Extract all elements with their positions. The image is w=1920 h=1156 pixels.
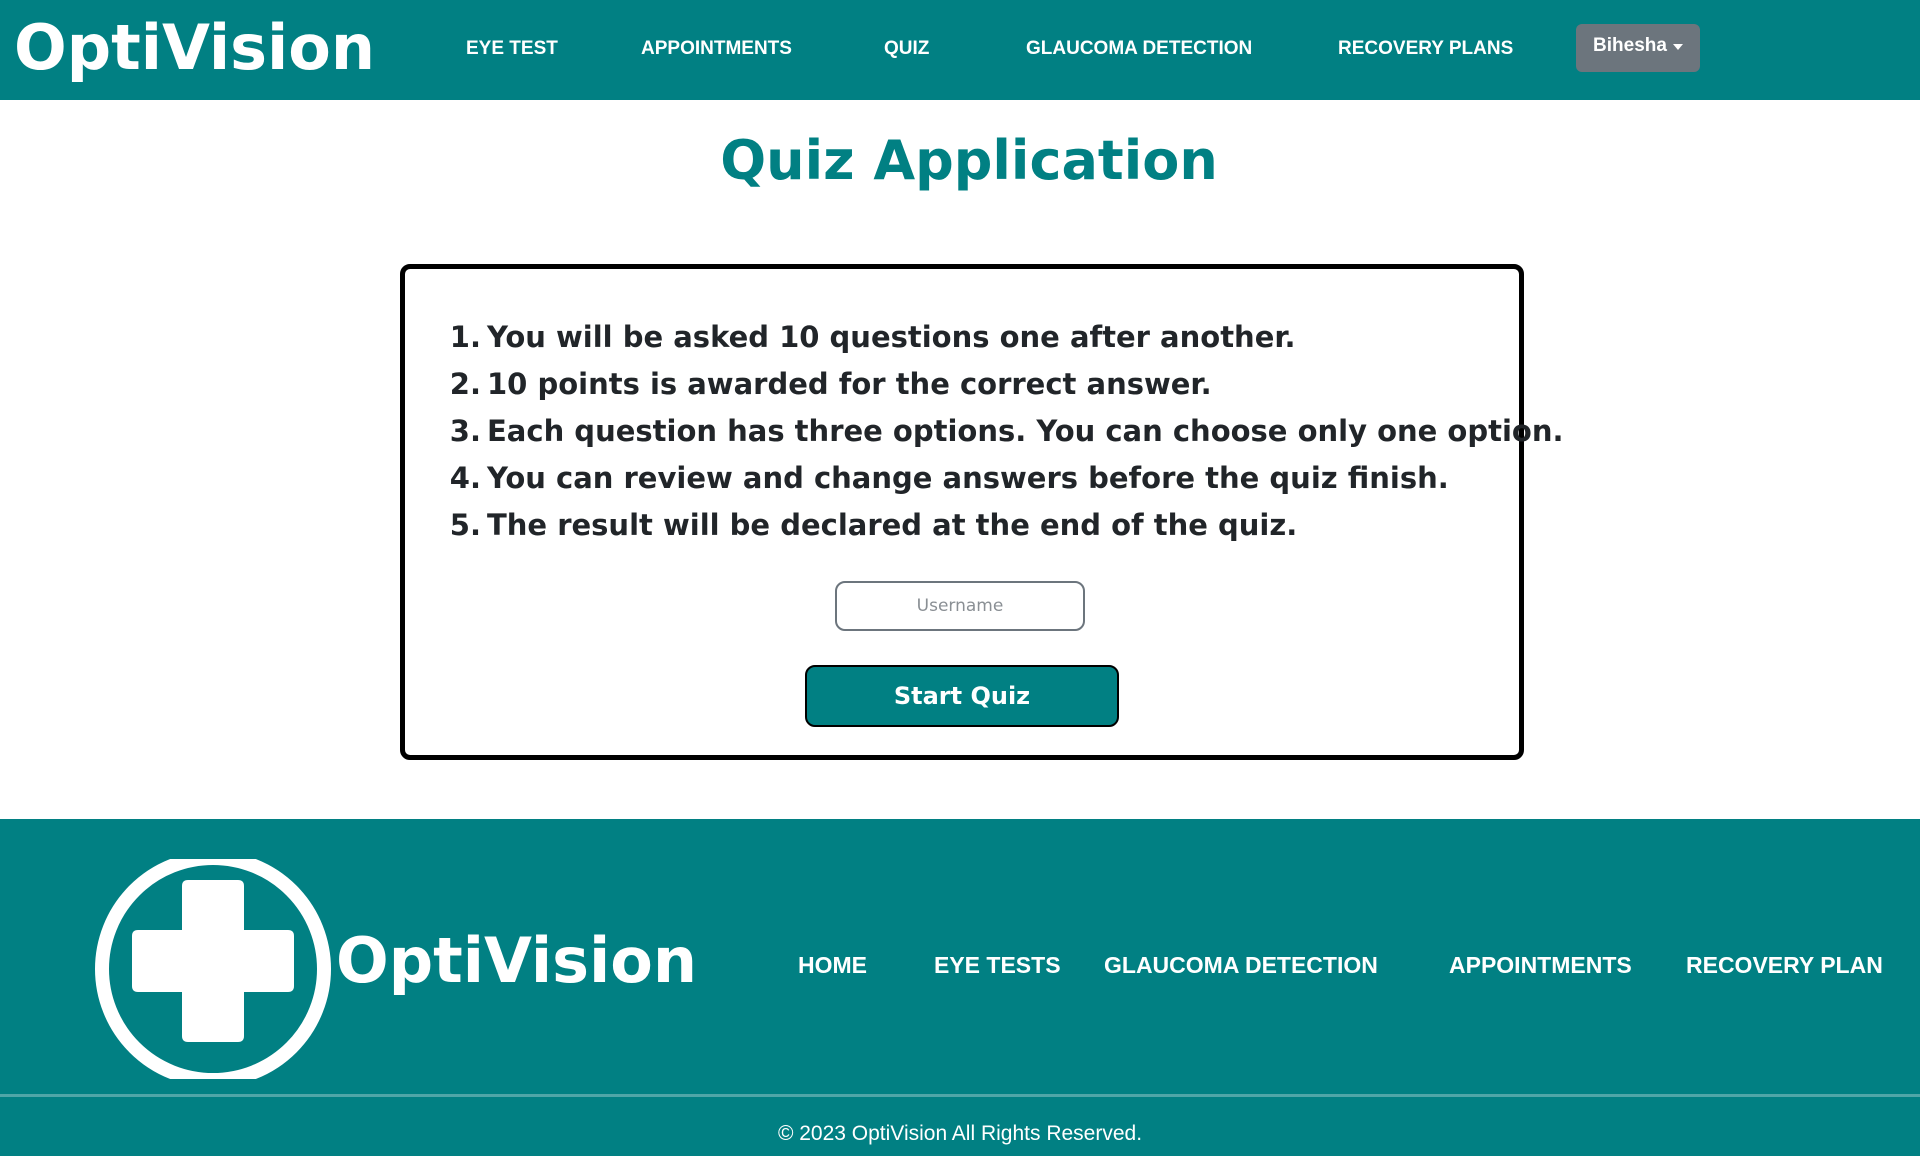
rule-text: You will be asked 10 questions one after…	[487, 319, 1296, 354]
rule-item: 3. Each question has three options. You …	[445, 407, 1564, 454]
footer-link-eye-tests[interactable]: EYE TESTS	[934, 949, 1061, 981]
brand-logo[interactable]: OptiVision	[14, 8, 375, 88]
nav-link-eye-test[interactable]: EYE TEST	[466, 36, 558, 62]
rule-item: 2. 10 points is awarded for the correct …	[445, 360, 1563, 407]
rule-text: The result will be declared at the end o…	[487, 507, 1298, 542]
quiz-instructions-card: 1. You will be asked 10 questions one af…	[400, 264, 1563, 760]
footer-divider	[0, 1094, 1920, 1097]
rules-list: 1. You will be asked 10 questions one af…	[445, 313, 1564, 548]
footer-link-home[interactable]: HOME	[798, 949, 867, 981]
rule-number: 2.	[449, 366, 481, 401]
rule-item: 1. You will be asked 10 questions one af…	[445, 313, 1563, 360]
rule-number: 1.	[449, 319, 481, 354]
footer-link-recovery-plan[interactable]: RECOVERY PLAN	[1686, 949, 1883, 981]
medical-cross-icon	[95, 859, 331, 1079]
rule-item: 4. You can review and change answers bef…	[445, 454, 1563, 501]
caret-down-icon	[1672, 44, 1683, 50]
user-menu-label: Bihesha	[1593, 35, 1667, 56]
rule-item: 5. The result will be declared at the en…	[445, 501, 1563, 548]
rule-text: Each question has three options. You can…	[487, 413, 1564, 448]
rule-number: 3.	[449, 413, 481, 448]
footer-brand[interactable]: OptiVision	[336, 921, 697, 1001]
rule-number: 4.	[449, 460, 481, 495]
rule-number: 5.	[449, 507, 481, 542]
nav-link-appointments[interactable]: APPOINTMENTS	[641, 36, 792, 62]
user-menu-button[interactable]: Bihesha	[1576, 24, 1700, 72]
copyright-text: © 2023 OptiVision All Rights Reserved.	[777, 1122, 1143, 1145]
rule-text: You can review and change answers before…	[487, 460, 1449, 495]
nav-link-glaucoma-detection[interactable]: GLAUCOMA DETECTION	[1026, 36, 1252, 62]
start-quiz-button[interactable]: Start Quiz	[805, 665, 1119, 727]
nav-link-quiz[interactable]: QUIZ	[884, 36, 929, 62]
footer-link-glaucoma-detection[interactable]: GLAUCOMA DETECTION	[1104, 949, 1378, 981]
top-navbar: OptiVision EYE TEST APPOINTMENTS QUIZ GL…	[0, 0, 1920, 100]
page-title: Quiz Application	[720, 129, 1218, 192]
nav-link-recovery-plans[interactable]: RECOVERY PLANS	[1338, 36, 1513, 62]
footer-link-appointments[interactable]: APPOINTMENTS	[1449, 949, 1632, 981]
rule-text: 10 points is awarded for the correct ans…	[487, 366, 1212, 401]
username-input[interactable]	[835, 581, 1085, 631]
site-footer: OptiVision HOME EYE TESTS GLAUCOMA DETEC…	[0, 819, 1920, 1156]
